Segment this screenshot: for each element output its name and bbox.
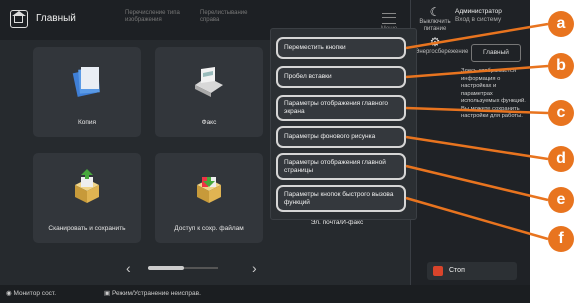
callout-f: f [548,226,574,252]
callout-lines [405,22,549,241]
callout-c: c [548,100,574,126]
callout-e: e [548,187,574,213]
callout-a: a [548,11,574,37]
callout-d: d [548,146,574,172]
callout-b: b [548,53,574,79]
